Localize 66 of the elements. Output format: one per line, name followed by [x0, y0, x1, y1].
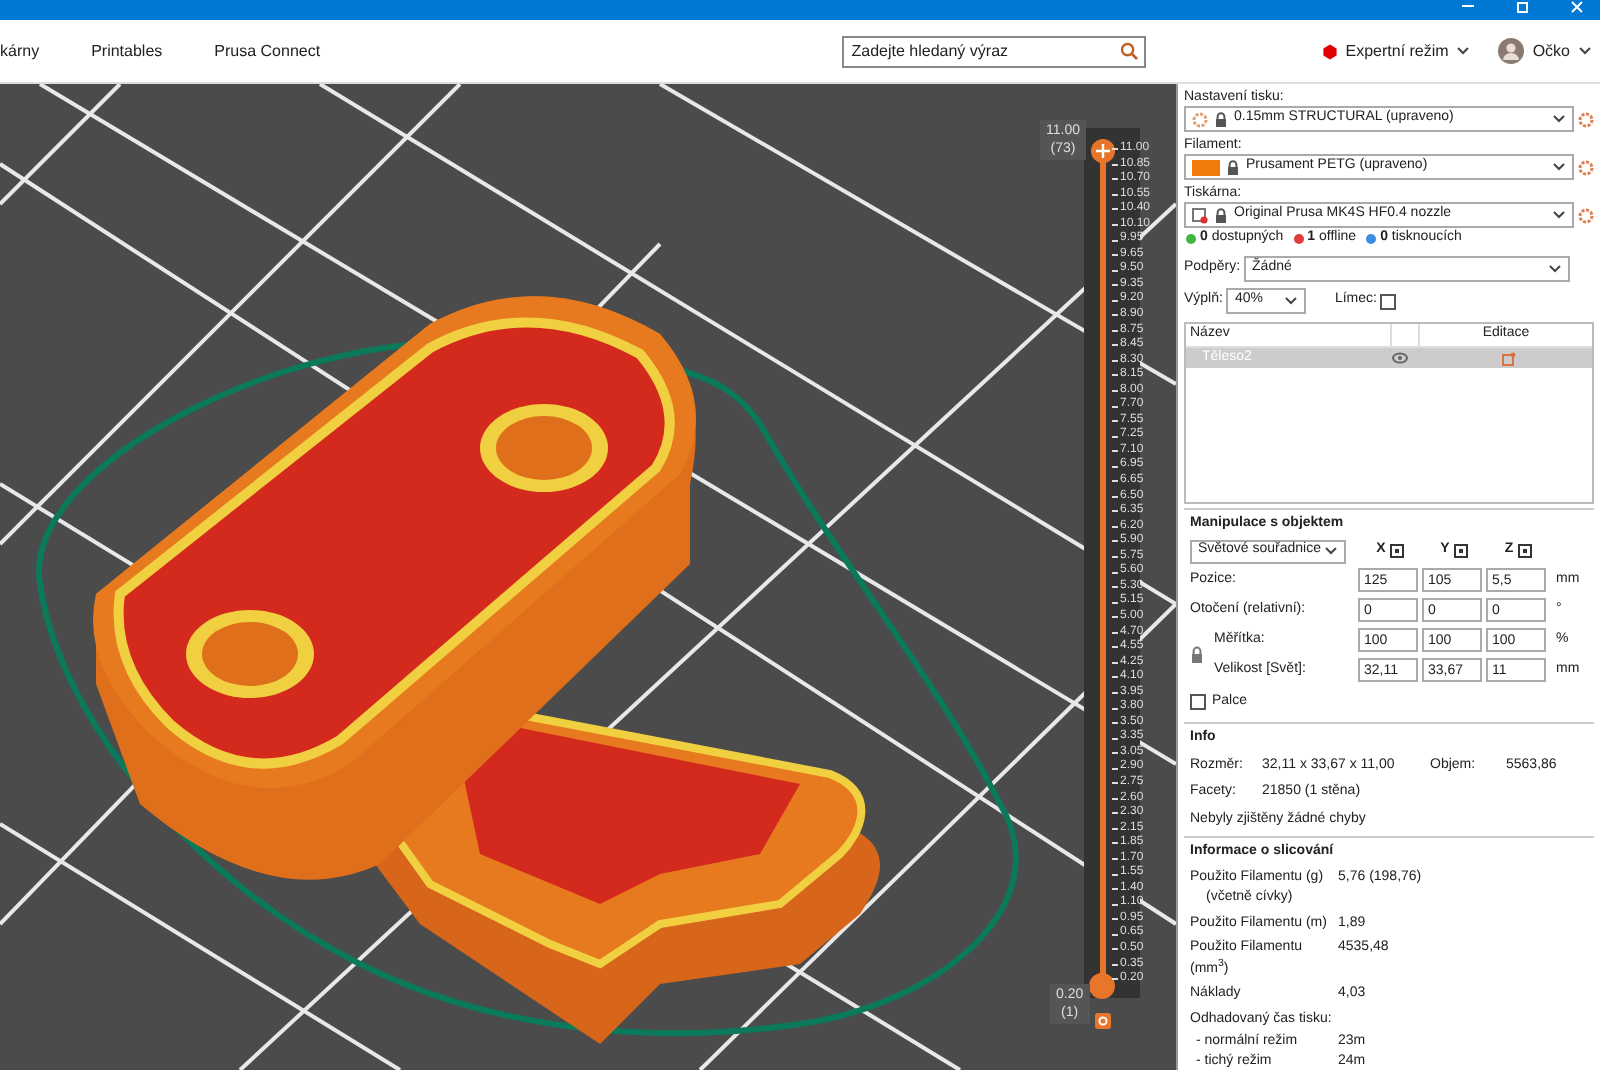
caret-icon — [1552, 114, 1566, 124]
user-name[interactable]: Očko — [1532, 39, 1570, 63]
gear-icon[interactable] — [1578, 207, 1594, 223]
caret-icon — [1552, 162, 1566, 172]
tick-mark — [1112, 420, 1118, 423]
tick-mark — [1112, 752, 1118, 755]
tick-mark — [1112, 390, 1118, 393]
gear-icon[interactable] — [1578, 111, 1594, 127]
minimize-icon[interactable] — [1460, 0, 1476, 12]
close-icon[interactable] — [1570, 0, 1584, 14]
avatar-icon[interactable] — [1498, 38, 1525, 64]
caret-icon — [1578, 46, 1592, 56]
tick-mark — [1112, 329, 1118, 332]
tick-mark — [1112, 782, 1118, 785]
caret-icon — [1552, 210, 1566, 220]
tick-mark — [1112, 661, 1118, 664]
cog-icon[interactable] — [1094, 1012, 1112, 1030]
hexagon-icon — [1321, 43, 1338, 59]
tick-mark — [1112, 722, 1118, 725]
tick-mark — [1112, 254, 1118, 257]
tick-mark — [1112, 495, 1118, 498]
lock-icon — [1214, 111, 1228, 127]
mode-selector[interactable]: Expertní režim — [1345, 39, 1449, 63]
tick-mark — [1112, 586, 1118, 589]
toolbar-tab[interactable]: Prusa Connect — [214, 39, 321, 63]
inches-checkbox[interactable] — [1190, 693, 1206, 710]
toolbar-tab[interactable]: kárny — [0, 39, 40, 63]
search-field[interactable]: Zadejte hledaný výraz — [841, 35, 1146, 67]
restore-icon[interactable] — [1516, 0, 1530, 14]
caret-icon — [1324, 546, 1338, 556]
tick-mark — [1112, 857, 1118, 860]
tick-mark — [1112, 525, 1118, 528]
tick-mark — [1112, 691, 1118, 694]
lock-icon — [1214, 207, 1228, 223]
tick-mark — [1112, 163, 1118, 166]
axis-icon — [1517, 544, 1532, 558]
tick-mark — [1112, 284, 1118, 287]
tick-mark — [1112, 963, 1118, 966]
tick-mark — [1112, 359, 1118, 362]
caret-icon — [1456, 46, 1471, 56]
tick-mark — [1112, 556, 1118, 559]
printer-icon — [1192, 207, 1208, 223]
tick-mark — [1112, 888, 1118, 891]
tick-mark — [1112, 616, 1118, 619]
tick-mark — [1112, 450, 1118, 453]
tick-mark — [1112, 465, 1118, 468]
tick-mark — [1112, 193, 1118, 196]
tick-mark — [1112, 827, 1118, 830]
eye-icon[interactable] — [1392, 352, 1408, 364]
caret-icon — [1548, 264, 1562, 274]
axis-icon — [1389, 544, 1404, 558]
gear-icon[interactable] — [1578, 159, 1594, 175]
gear-icon — [1192, 111, 1208, 127]
brim-checkbox[interactable] — [1380, 293, 1397, 309]
toolbar-tab[interactable]: Printables — [91, 39, 163, 63]
slider-handle-icon[interactable] — [1088, 972, 1116, 1000]
lock-icon — [1226, 159, 1240, 175]
tick-mark — [1112, 797, 1118, 800]
tick-mark — [1112, 224, 1118, 226]
tick-mark — [1112, 631, 1118, 634]
tick-mark — [1112, 918, 1118, 921]
search-icon[interactable] — [1119, 42, 1138, 60]
slider-handle-icon[interactable] — [1090, 138, 1116, 164]
caret-icon — [1284, 296, 1299, 306]
axis-icon — [1453, 544, 1468, 558]
lock-icon[interactable] — [1190, 646, 1204, 664]
